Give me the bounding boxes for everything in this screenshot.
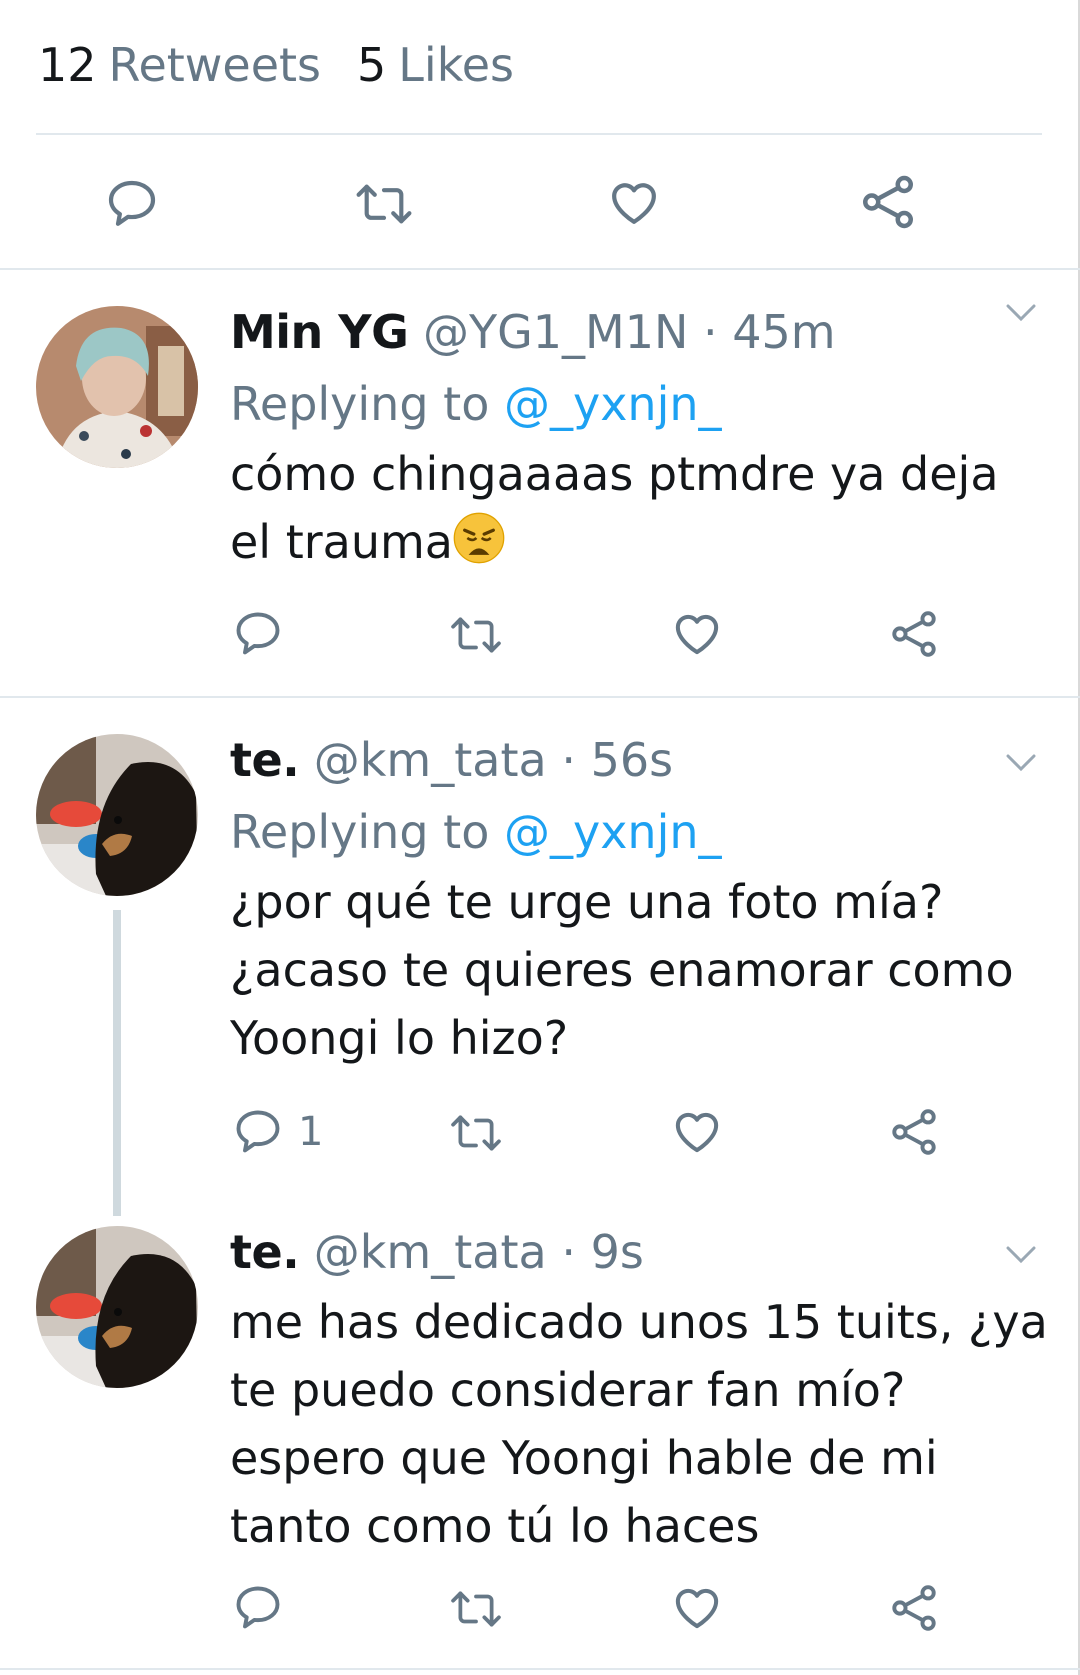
replying-to: Replying to @_yxnjn_ bbox=[230, 796, 1050, 868]
separator-dot: · bbox=[561, 1225, 576, 1279]
tweet-header: Min YG @YG1_M1N · 45m bbox=[230, 296, 1050, 368]
avatar-image bbox=[36, 734, 198, 896]
tweet-header: te. @km_tata · 9s bbox=[230, 1216, 1050, 1288]
chevron-down-icon[interactable] bbox=[1004, 1244, 1038, 1266]
tweet-text: cómo chingaaaas ptmdre ya deja el trauma bbox=[230, 440, 1050, 582]
retweet-icon bbox=[451, 1115, 501, 1151]
avatar[interactable] bbox=[36, 734, 198, 896]
share-button[interactable] bbox=[888, 608, 940, 660]
tweet-text: ¿por qué te urge una foto mía? ¿acaso te… bbox=[230, 875, 1014, 1065]
share-button[interactable] bbox=[858, 172, 918, 232]
heart-icon bbox=[675, 1112, 719, 1153]
separator-dot: · bbox=[561, 733, 576, 787]
heart-icon bbox=[675, 1588, 719, 1629]
retweet-button[interactable] bbox=[354, 176, 414, 232]
retweet-button[interactable] bbox=[448, 1108, 504, 1158]
reply-icon bbox=[236, 1110, 280, 1153]
reply-count: 1 bbox=[298, 1109, 324, 1155]
avatar[interactable] bbox=[36, 1226, 198, 1388]
like-button[interactable] bbox=[606, 174, 662, 230]
display-name[interactable]: Min YG bbox=[230, 305, 409, 359]
reply-button[interactable] bbox=[104, 176, 160, 232]
username-handle[interactable]: @YG1_M1N bbox=[423, 305, 688, 359]
tweet-text-content: cómo chingaaaas ptmdre ya deja el trauma bbox=[230, 447, 999, 569]
share-icon bbox=[892, 611, 936, 657]
separator bbox=[0, 268, 1080, 270]
heart-icon bbox=[675, 614, 719, 655]
share-button[interactable] bbox=[888, 1582, 940, 1634]
share-icon bbox=[892, 1109, 936, 1155]
likes-label[interactable]: Likes bbox=[398, 38, 514, 92]
retweet-icon bbox=[451, 1591, 501, 1627]
avatar-image bbox=[36, 306, 198, 468]
retweet-icon bbox=[451, 617, 501, 653]
retweet-button[interactable] bbox=[448, 610, 504, 660]
avatar-image bbox=[36, 1226, 198, 1388]
username-handle[interactable]: @km_tata bbox=[314, 733, 547, 787]
weary-face-emoji bbox=[453, 512, 505, 582]
reply-icon bbox=[236, 1586, 280, 1629]
separator-dot: · bbox=[703, 305, 718, 359]
like-button[interactable] bbox=[670, 606, 724, 660]
reply-button[interactable]: 1 bbox=[232, 1106, 323, 1158]
tweet-3: te. @km_tata · 9s me has dedicado unos 1… bbox=[230, 1216, 1050, 1560]
tweet-2: te. @km_tata · 56s Replying to @_yxnjn_ … bbox=[230, 724, 1050, 1072]
reply-button[interactable] bbox=[232, 608, 298, 660]
replying-to-label: Replying to bbox=[230, 805, 504, 859]
retweet-icon bbox=[356, 184, 412, 224]
timestamp[interactable]: 45m bbox=[732, 305, 835, 359]
display-name[interactable]: te. bbox=[230, 733, 300, 787]
reply-icon bbox=[236, 612, 280, 655]
display-name[interactable]: te. bbox=[230, 1225, 300, 1279]
timestamp[interactable]: 56s bbox=[591, 733, 674, 787]
timestamp[interactable]: 9s bbox=[591, 1225, 644, 1279]
reply-button[interactable] bbox=[232, 1582, 298, 1634]
heart-icon bbox=[612, 183, 656, 224]
retweets-count[interactable]: 12 bbox=[38, 38, 97, 92]
main-tweet-actions bbox=[0, 160, 1080, 250]
reply-icon bbox=[108, 180, 156, 226]
share-button[interactable] bbox=[888, 1106, 940, 1158]
separator bbox=[0, 1668, 1080, 1670]
replying-to: Replying to @_yxnjn_ bbox=[230, 368, 1050, 440]
retweets-label[interactable]: Retweets bbox=[109, 38, 321, 92]
like-button[interactable] bbox=[670, 1104, 724, 1158]
tweet-3-actions bbox=[0, 1578, 1080, 1648]
mention-link[interactable]: @_yxnjn_ bbox=[504, 805, 722, 859]
tweet-1: Min YG @YG1_M1N · 45m Replying to @_yxnj… bbox=[230, 296, 1050, 582]
tweet-1-actions bbox=[0, 604, 1080, 674]
tweet-2-actions: 1 bbox=[0, 1102, 1080, 1172]
username-handle[interactable]: @km_tata bbox=[314, 1225, 547, 1279]
avatar[interactable] bbox=[36, 306, 198, 468]
stats-divider bbox=[36, 133, 1042, 135]
retweet-button[interactable] bbox=[448, 1584, 504, 1634]
like-button[interactable] bbox=[670, 1580, 724, 1634]
chevron-down-icon[interactable] bbox=[1004, 752, 1038, 774]
replying-to-label: Replying to bbox=[230, 377, 504, 431]
share-icon bbox=[892, 1585, 936, 1631]
likes-count[interactable]: 5 bbox=[357, 38, 386, 92]
chevron-down-icon[interactable] bbox=[1004, 302, 1038, 324]
separator bbox=[0, 696, 1080, 698]
mention-link[interactable]: @_yxnjn_ bbox=[504, 377, 722, 431]
tweet-text: me has dedicado unos 15 tuits, ¿ya te pu… bbox=[230, 1295, 1048, 1553]
tweet-header: te. @km_tata · 56s bbox=[230, 724, 1050, 796]
share-icon bbox=[863, 175, 913, 229]
engagement-stats: 12 Retweets 5 Likes bbox=[38, 30, 514, 100]
